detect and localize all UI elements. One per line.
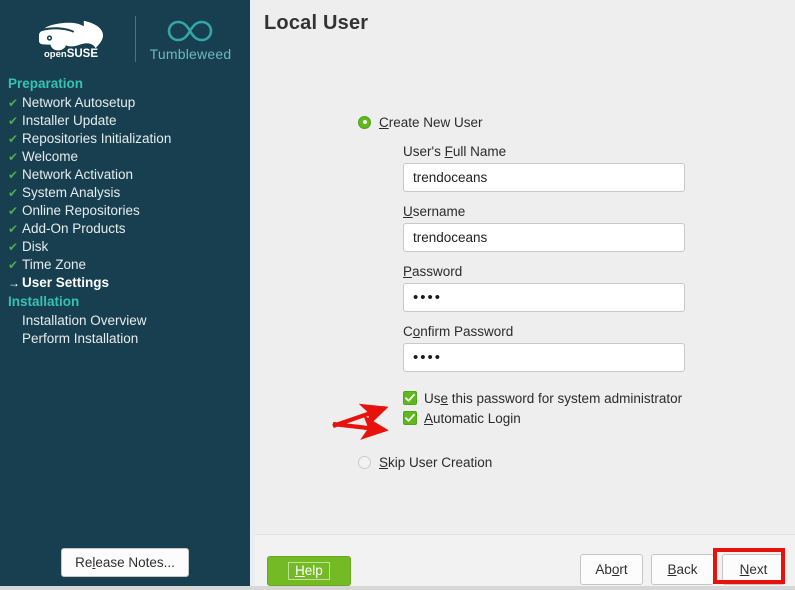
checkbox-checked-icon bbox=[403, 411, 417, 425]
confirm-password-input[interactable]: •••• bbox=[403, 343, 685, 372]
sidebar-item-online-repositories[interactable]: ✔ Online Repositories bbox=[0, 202, 250, 220]
username-field-group: Username bbox=[255, 204, 795, 252]
password-masked-value: •••• bbox=[413, 289, 443, 306]
opensuse-logo: openSUSE bbox=[19, 19, 123, 59]
create-new-user-radio-row[interactable]: Create New User bbox=[255, 112, 795, 132]
logo-divider bbox=[134, 16, 136, 62]
sidebar-item-network-activation[interactable]: ✔ Network Activation bbox=[0, 166, 250, 184]
tumbleweed-label: Tumbleweed bbox=[149, 45, 232, 62]
sidebar-item-welcome[interactable]: ✔ Welcome bbox=[0, 148, 250, 166]
password-label: Password bbox=[403, 264, 463, 279]
sidebar-item-label: Installer Update bbox=[22, 113, 117, 128]
next-button[interactable]: Next bbox=[722, 554, 785, 585]
use-password-for-admin-label: Use this password for system administrat… bbox=[424, 390, 683, 406]
opensuse-wordmark-svg: openSUSE bbox=[44, 48, 98, 59]
password-field-group: Password •••• bbox=[255, 264, 795, 312]
check-icon: ✔ bbox=[8, 258, 19, 272]
check-icon: ✔ bbox=[8, 204, 19, 218]
username-input[interactable] bbox=[403, 223, 685, 252]
skip-user-creation-label: Skip User Creation bbox=[379, 454, 493, 470]
check-icon: ✔ bbox=[8, 96, 19, 110]
sidebar-item-network-autosetup[interactable]: ✔ Network Autosetup bbox=[0, 94, 250, 112]
password-input[interactable]: •••• bbox=[403, 283, 685, 312]
confirm-password-label: Confirm Password bbox=[403, 324, 514, 339]
sidebar-item-label: Time Zone bbox=[22, 257, 87, 272]
window-bottom-strip bbox=[0, 586, 795, 590]
sidebar-item-system-analysis[interactable]: ✔ System Analysis bbox=[0, 184, 250, 202]
sidebar-item-label: Network Autosetup bbox=[22, 95, 136, 110]
skip-user-creation-radio-row[interactable]: Skip User Creation bbox=[255, 452, 795, 472]
username-label: Username bbox=[403, 204, 466, 219]
check-icon: ✔ bbox=[8, 222, 19, 236]
sidebar-item-add-on-products[interactable]: ✔ Add-On Products bbox=[0, 220, 250, 238]
sidebar-item-label: User Settings bbox=[22, 275, 110, 290]
sidebar: openSUSE Tumbleweed Preparation ✔ Networ… bbox=[0, 0, 250, 590]
wizard-buttons: Abort Back Next bbox=[580, 554, 785, 585]
tumbleweed-logo: Tumbleweed bbox=[150, 17, 232, 62]
nav-section-preparation: Preparation bbox=[8, 76, 84, 91]
check-icon: ✔ bbox=[8, 150, 19, 164]
current-step-arrow-icon: → bbox=[8, 276, 20, 290]
radio-unselected-icon bbox=[358, 455, 371, 469]
page-title: Local User bbox=[264, 12, 369, 34]
sidebar-item-label: Add-On Products bbox=[22, 221, 126, 236]
local-user-form: Create New User User's Full Name Usernam… bbox=[255, 112, 795, 472]
sidebar-item-label: System Analysis bbox=[22, 185, 121, 200]
sidebar-item-time-zone[interactable]: ✔ Time Zone bbox=[0, 256, 250, 274]
branding-header: openSUSE Tumbleweed bbox=[0, 8, 250, 70]
sidebar-item-label: Repositories Initialization bbox=[22, 131, 172, 146]
back-button[interactable]: Back bbox=[651, 554, 714, 585]
checkbox-checked-icon bbox=[403, 391, 417, 405]
check-icon: ✔ bbox=[8, 186, 19, 200]
chameleon-icon: openSUSE bbox=[38, 20, 103, 59]
check-icon: ✔ bbox=[8, 168, 19, 182]
release-notes-container: Release Notes... bbox=[0, 548, 250, 577]
help-button[interactable]: Help bbox=[267, 556, 351, 586]
sidebar-item-label: Installation Overview bbox=[22, 313, 147, 328]
installer-window: openSUSE Tumbleweed Preparation ✔ Networ… bbox=[0, 0, 795, 590]
radio-selected-icon bbox=[358, 115, 371, 129]
footer-bar: Help Abort Back Next bbox=[255, 535, 795, 590]
automatic-login-row[interactable]: Automatic Login bbox=[255, 408, 795, 428]
release-notes-button[interactable]: Release Notes... bbox=[61, 548, 189, 577]
confirm-password-masked-value: •••• bbox=[413, 349, 443, 366]
sidebar-item-label: Welcome bbox=[22, 149, 79, 164]
full-name-label: User's Full Name bbox=[403, 144, 507, 159]
confirm-password-field-group: Confirm Password •••• bbox=[255, 324, 795, 372]
sidebar-item-installer-update[interactable]: ✔ Installer Update bbox=[0, 112, 250, 130]
automatic-login-label: Automatic Login bbox=[424, 410, 521, 426]
check-icon: ✔ bbox=[8, 114, 19, 128]
create-new-user-label: Create New User bbox=[379, 114, 483, 130]
check-icon: ✔ bbox=[8, 240, 19, 254]
sidebar-item-installation-overview[interactable]: Installation Overview bbox=[0, 312, 250, 330]
sidebar-item-label: Perform Installation bbox=[22, 331, 139, 346]
check-icon: ✔ bbox=[8, 132, 19, 146]
abort-button[interactable]: Abort bbox=[580, 554, 643, 585]
sidebar-item-label: Disk bbox=[22, 239, 49, 254]
sidebar-item-repositories-initialization[interactable]: ✔ Repositories Initialization bbox=[0, 130, 250, 148]
sidebar-item-label: Online Repositories bbox=[22, 203, 140, 218]
sidebar-item-perform-installation[interactable]: Perform Installation bbox=[0, 330, 250, 348]
infinity-icon bbox=[168, 20, 213, 41]
sidebar-item-disk[interactable]: ✔ Disk bbox=[0, 238, 250, 256]
main-content: Local User Create New User User's Full N… bbox=[255, 0, 795, 590]
installer-steps-nav: Preparation ✔ Network Autosetup ✔ Instal… bbox=[0, 74, 250, 348]
sidebar-item-label: Network Activation bbox=[22, 167, 134, 182]
full-name-input[interactable] bbox=[403, 163, 685, 192]
use-password-for-admin-row[interactable]: Use this password for system administrat… bbox=[255, 388, 795, 408]
sidebar-item-user-settings[interactable]: → User Settings bbox=[0, 274, 250, 292]
nav-section-installation: Installation bbox=[8, 294, 80, 309]
full-name-field-group: User's Full Name bbox=[255, 144, 795, 192]
